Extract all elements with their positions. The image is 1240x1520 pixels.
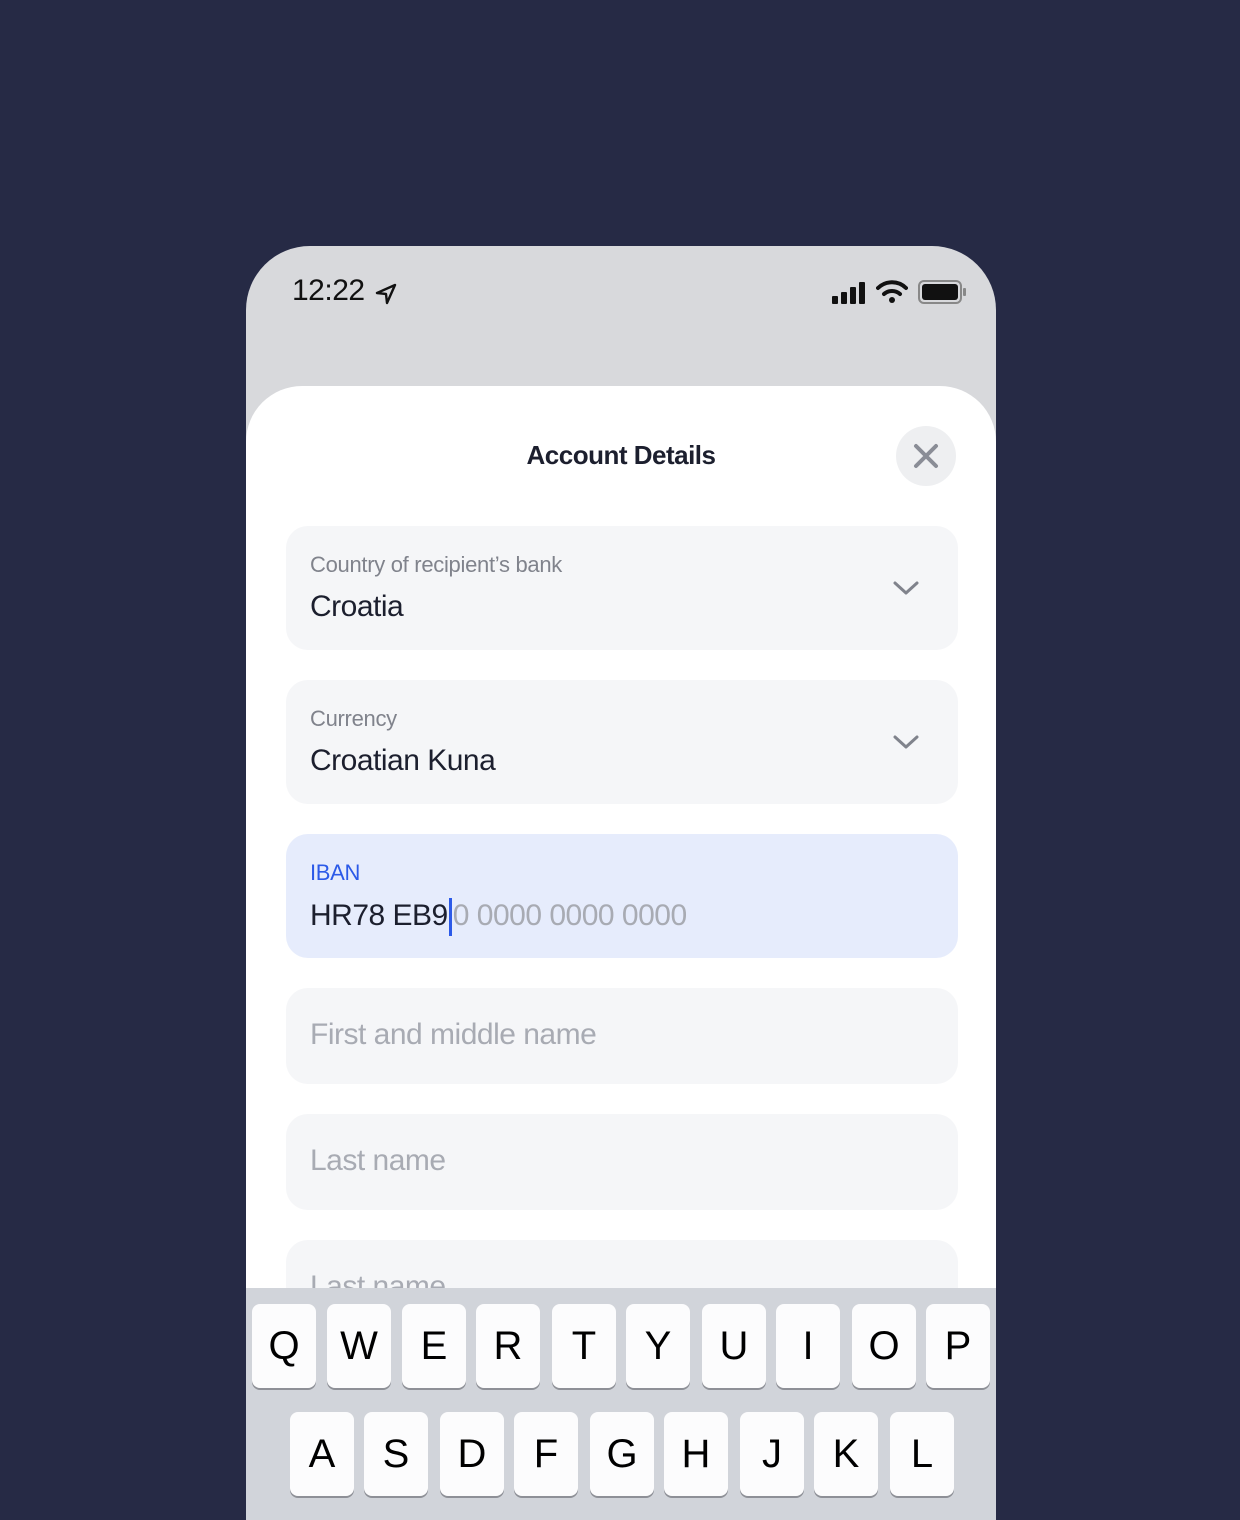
cellular-signal-icon (832, 282, 865, 304)
key-i[interactable]: I (776, 1304, 840, 1388)
last-name-placeholder: Last name (310, 1144, 446, 1177)
close-icon (914, 444, 938, 468)
country-dropdown[interactable]: Country of recipient’s bank Croatia (286, 526, 958, 650)
text-cursor (448, 898, 452, 936)
key-f[interactable]: F (514, 1412, 578, 1496)
key-e[interactable]: E (402, 1304, 466, 1388)
status-bar: 12:22 (246, 246, 996, 346)
key-o[interactable]: O (852, 1304, 916, 1388)
location-arrow-icon (375, 283, 397, 305)
key-d[interactable]: D (440, 1412, 504, 1496)
phone-frame: 12:22 Account Details Country of recipie… (246, 246, 996, 1520)
country-label: Country of recipient’s bank (310, 552, 562, 577)
last-name-input[interactable]: Last name (286, 1114, 958, 1210)
key-l[interactable]: L (890, 1412, 954, 1496)
currency-dropdown[interactable]: Currency Croatian Kuna (286, 680, 958, 804)
key-g[interactable]: G (590, 1412, 654, 1496)
first-middle-name-input[interactable]: First and middle name (286, 988, 958, 1084)
iban-value: HR78 EB9 0 0000 0000 0000 (310, 898, 687, 936)
key-r[interactable]: R (476, 1304, 540, 1388)
close-button[interactable] (896, 426, 956, 486)
key-a[interactable]: A (290, 1412, 354, 1496)
key-p[interactable]: P (926, 1304, 990, 1388)
iban-placeholder: 0 0000 0000 0000 (452, 898, 687, 932)
key-k[interactable]: K (814, 1412, 878, 1496)
key-w[interactable]: W (327, 1304, 391, 1388)
page-title: Account Details (526, 440, 717, 470)
chevron-down-icon (893, 581, 919, 595)
key-h[interactable]: H (664, 1412, 728, 1496)
status-time: 12:22 (292, 274, 365, 307)
iban-typed-text: HR78 EB9 (310, 898, 448, 932)
key-s[interactable]: S (364, 1412, 428, 1496)
key-q[interactable]: Q (252, 1304, 316, 1388)
currency-label: Currency (310, 706, 397, 731)
chevron-down-icon (893, 735, 919, 749)
currency-value: Croatian Kuna (310, 744, 496, 777)
first-middle-name-placeholder: First and middle name (310, 1018, 597, 1051)
iban-label: IBAN (310, 860, 361, 885)
key-y[interactable]: Y (626, 1304, 690, 1388)
iban-input[interactable]: IBAN HR78 EB9 0 0000 0000 0000 (286, 834, 958, 958)
key-t[interactable]: T (552, 1304, 616, 1388)
key-u[interactable]: U (702, 1304, 766, 1388)
wifi-icon (876, 280, 908, 303)
keyboard: QWERTYUIOP ASDFGHJKL (246, 1288, 996, 1520)
battery-icon (918, 280, 966, 304)
key-j[interactable]: J (740, 1412, 804, 1496)
country-value: Croatia (310, 590, 404, 623)
